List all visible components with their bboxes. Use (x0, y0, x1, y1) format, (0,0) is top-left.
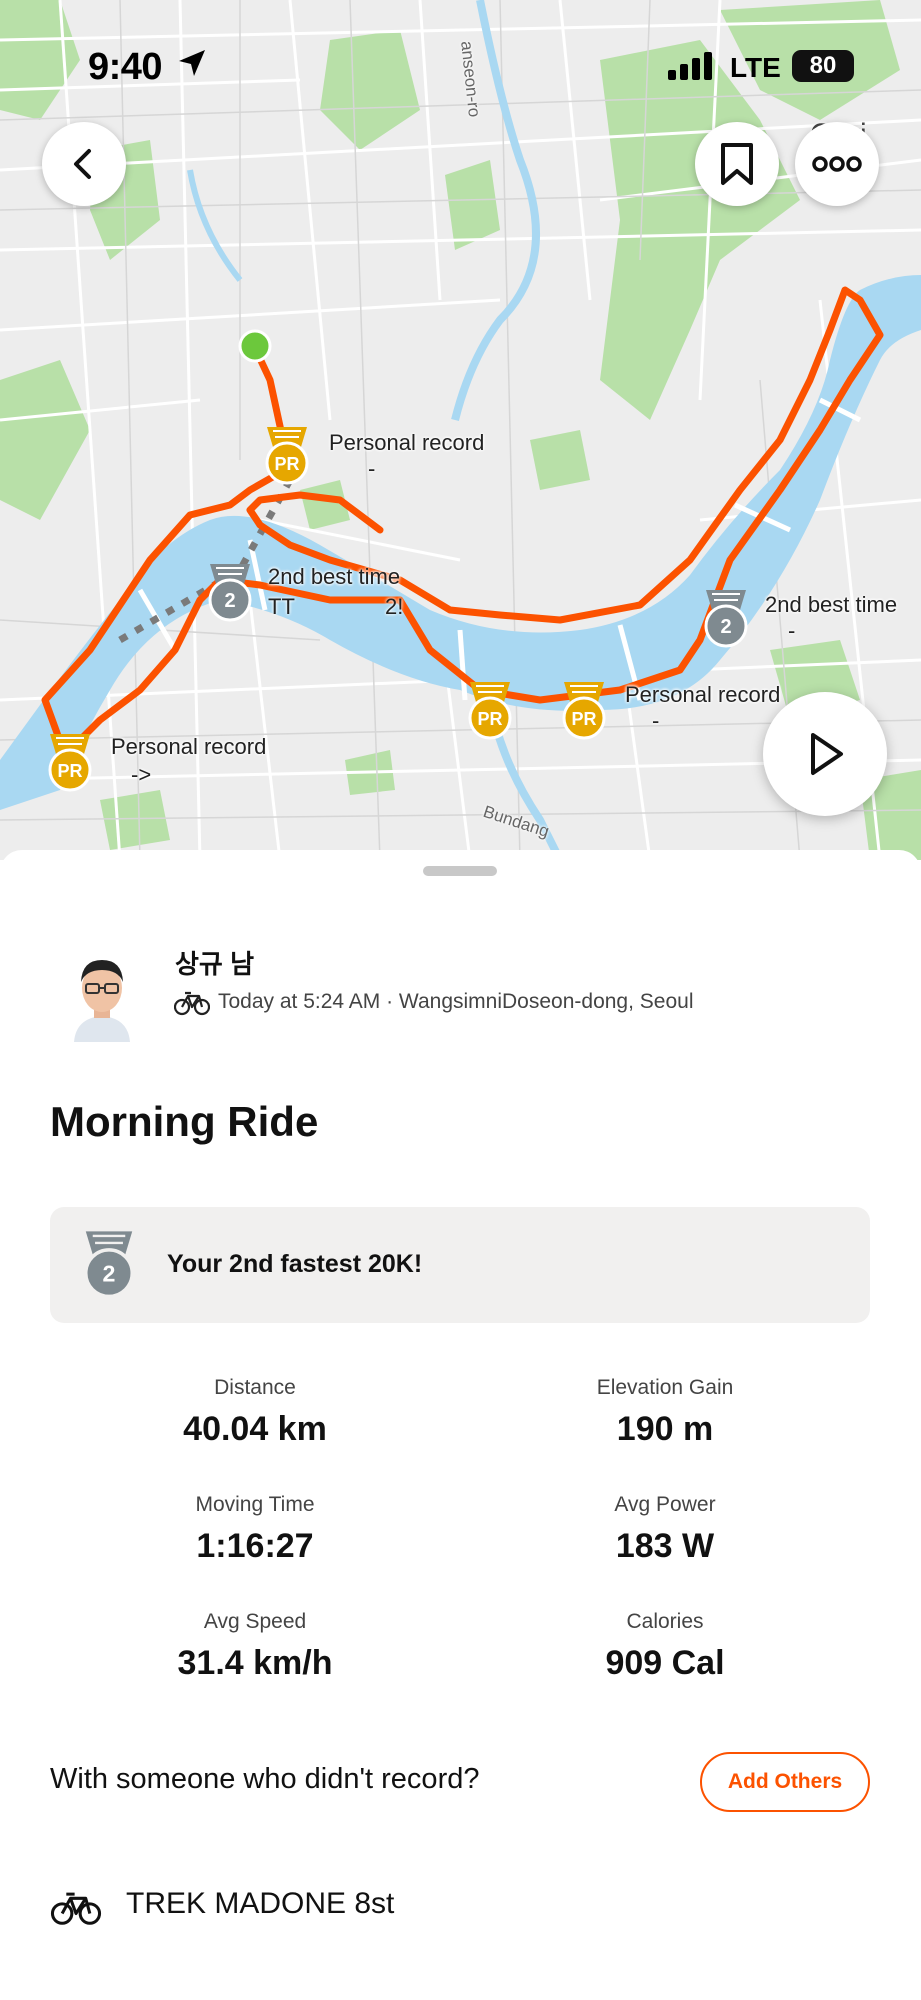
stat-label: Elevation Gain (596, 1376, 734, 1399)
stat-label: Distance (214, 1376, 296, 1399)
second-best-medal-icon[interactable]: 2 (204, 562, 256, 624)
more-horizontal-icon (812, 156, 862, 172)
play-icon (811, 733, 843, 775)
svg-text:PR: PR (571, 709, 596, 729)
stat-avg-power: Avg Power 183 W (515, 1493, 815, 1566)
start-marker (238, 329, 272, 363)
second-best-medal-icon: 2 (84, 1231, 134, 1299)
chevron-left-icon (74, 149, 91, 179)
signal-icon (668, 52, 712, 80)
stat-label: Calories (626, 1610, 704, 1633)
pr-medal-icon[interactable]: PR (558, 680, 610, 742)
avatar[interactable] (68, 946, 136, 1042)
bookmark-button[interactable] (695, 122, 779, 206)
pr-medal-icon[interactable]: PR (464, 680, 516, 742)
svg-text:PR: PR (274, 454, 299, 474)
battery-icon: 80 (792, 50, 854, 82)
stat-value: 31.4 km/h (177, 1644, 333, 1682)
stat-elevation-gain: Elevation Gain 190 m (515, 1376, 815, 1449)
activity-sheet: 상규 남 Today at 5:24 AM · WangsimniDoseon-… (0, 850, 921, 2000)
add-others-button[interactable]: Add Others (700, 1752, 870, 1812)
bike-icon (174, 991, 210, 1016)
athlete-name[interactable]: 상규 남 (175, 944, 254, 981)
marker-label-pr-3: Personal record (111, 734, 267, 759)
stat-moving-time: Moving Time 1:16:27 (105, 1493, 405, 1566)
marker-sub-pr-1: - (368, 456, 376, 481)
stat-avg-speed: Avg Speed 31.4 km/h (105, 1610, 405, 1683)
status-time: 9:40 (88, 46, 163, 88)
activity-meta: Today at 5:24 AM · WangsimniDoseon-dong,… (218, 990, 694, 1013)
activity-title: Morning Ride (50, 1098, 319, 1145)
stat-calories: Calories 909 Cal (515, 1610, 815, 1683)
stat-label: Avg Speed (203, 1610, 307, 1633)
achievement-text: Your 2nd fastest 20K! (167, 1250, 423, 1278)
stat-value: 1:16:27 (196, 1527, 314, 1565)
svg-text:2: 2 (720, 616, 731, 638)
with-someone-prompt: With someone who didn't record? (50, 1763, 480, 1795)
stat-value: 909 Cal (605, 1644, 725, 1682)
stat-value: 40.04 km (183, 1410, 327, 1448)
back-button[interactable] (42, 122, 126, 206)
marker-label-pr-2: Personal record (625, 682, 781, 707)
svg-text:PR: PR (57, 761, 82, 781)
marker-sub2-2nd-1: 2! (385, 594, 404, 619)
marker-label-pr-1: Personal record (329, 430, 485, 455)
marker-sub-pr-2: - (652, 708, 660, 733)
marker-label-2nd-1: 2nd best time (268, 564, 401, 589)
svg-text:2: 2 (103, 1260, 116, 1286)
marker-sub-pr-3: -> (131, 762, 152, 787)
marker-sub-2nd-1: TT (268, 594, 295, 619)
pr-medal-icon[interactable]: PR (261, 425, 313, 487)
more-button[interactable] (795, 122, 879, 206)
stat-value: 190 m (616, 1410, 714, 1448)
network-type: LTE (730, 52, 781, 83)
achievement-banner[interactable]: 2 Your 2nd fastest 20K! (50, 1207, 870, 1323)
location-arrow-icon (179, 50, 205, 76)
marker-label-2nd-2: 2nd best time (765, 592, 898, 617)
bookmark-icon (721, 143, 753, 185)
play-flyby-button[interactable] (763, 692, 887, 816)
second-best-medal-icon[interactable]: 2 (700, 588, 752, 650)
stat-value: 183 W (615, 1527, 715, 1565)
stat-label: Avg Power (614, 1493, 716, 1516)
pr-medal-icon[interactable]: PR (44, 732, 96, 794)
stat-label: Moving Time (195, 1493, 315, 1516)
svg-text:PR: PR (477, 709, 502, 729)
drag-handle[interactable] (423, 866, 497, 876)
gear-name[interactable]: TREK MADONE 8st (126, 1887, 394, 1921)
route-map[interactable]: anseon-ro Bundang Guri PR Personal recor… (0, 0, 921, 860)
stat-distance: Distance 40.04 km (105, 1376, 405, 1449)
marker-sub-2nd-2: - (788, 618, 796, 643)
status-bar: 9:40 LTE 80 (0, 0, 921, 130)
svg-text:2: 2 (224, 590, 235, 612)
bike-icon (50, 1892, 102, 1925)
